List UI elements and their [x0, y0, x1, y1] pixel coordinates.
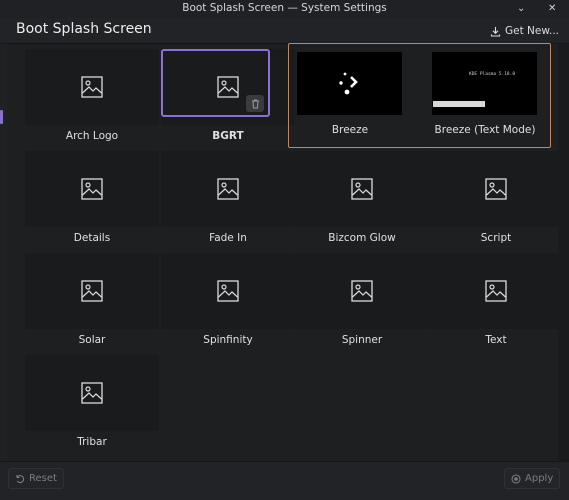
sidebar-edge	[0, 44, 7, 461]
image-placeholder-icon	[485, 178, 507, 200]
theme-preview	[25, 49, 159, 125]
theme-label: Tribar	[77, 436, 107, 448]
theme-label: Spinfinity	[203, 334, 253, 346]
window-titlebar: Boot Splash Screen — System Settings ⌄ ✕	[0, 0, 569, 18]
theme-preview	[25, 355, 159, 431]
get-new-button[interactable]: Get New...	[490, 23, 559, 39]
image-placeholder-icon	[81, 382, 103, 404]
delete-theme-button[interactable]	[246, 95, 264, 112]
footer-bar: Reset Apply	[0, 461, 569, 500]
theme-preview	[429, 253, 563, 329]
apply-label: Apply	[525, 473, 554, 484]
theme-label: Fade In	[209, 232, 247, 244]
reset-icon	[16, 474, 25, 483]
theme-label: Text	[485, 334, 507, 346]
theme-preview	[25, 151, 159, 227]
theme-label: Solar	[78, 334, 106, 346]
highlight-box	[288, 43, 551, 148]
theme-label: Bizcom Glow	[328, 232, 396, 244]
theme-preview	[429, 151, 563, 227]
image-placeholder-icon	[81, 76, 103, 98]
image-placeholder-icon	[217, 178, 239, 200]
page-title: Boot Splash Screen	[16, 21, 152, 37]
trash-icon	[251, 99, 259, 108]
image-placeholder-icon	[351, 280, 373, 302]
theme-label: Arch Logo	[65, 130, 119, 142]
theme-preview	[25, 253, 159, 329]
image-placeholder-icon	[485, 280, 507, 302]
theme-label: Spinner	[341, 334, 383, 346]
image-placeholder-icon	[81, 280, 103, 302]
theme-preview	[161, 253, 295, 329]
theme-preview	[295, 253, 429, 329]
page-header: Boot Splash Screen Get New...	[0, 18, 569, 44]
close-icon[interactable]: ✕	[548, 1, 556, 17]
image-placeholder-icon	[81, 178, 103, 200]
image-placeholder-icon	[351, 178, 373, 200]
theme-label: Script	[480, 232, 512, 244]
theme-label: Details	[73, 232, 111, 244]
download-icon	[490, 26, 501, 37]
image-placeholder-icon	[217, 280, 239, 302]
get-new-label: Get New...	[505, 25, 560, 37]
reset-button[interactable]: Reset	[8, 468, 64, 489]
theme-preview	[295, 151, 429, 227]
theme-preview	[161, 151, 295, 227]
minimize-icon[interactable]: ⌄	[517, 1, 525, 17]
apply-button[interactable]: Apply	[504, 468, 561, 489]
sidebar-active-marker	[0, 110, 3, 124]
apply-icon	[511, 473, 521, 484]
window-title: Boot Splash Screen — System Settings	[182, 2, 387, 14]
reset-label: Reset	[29, 473, 57, 484]
